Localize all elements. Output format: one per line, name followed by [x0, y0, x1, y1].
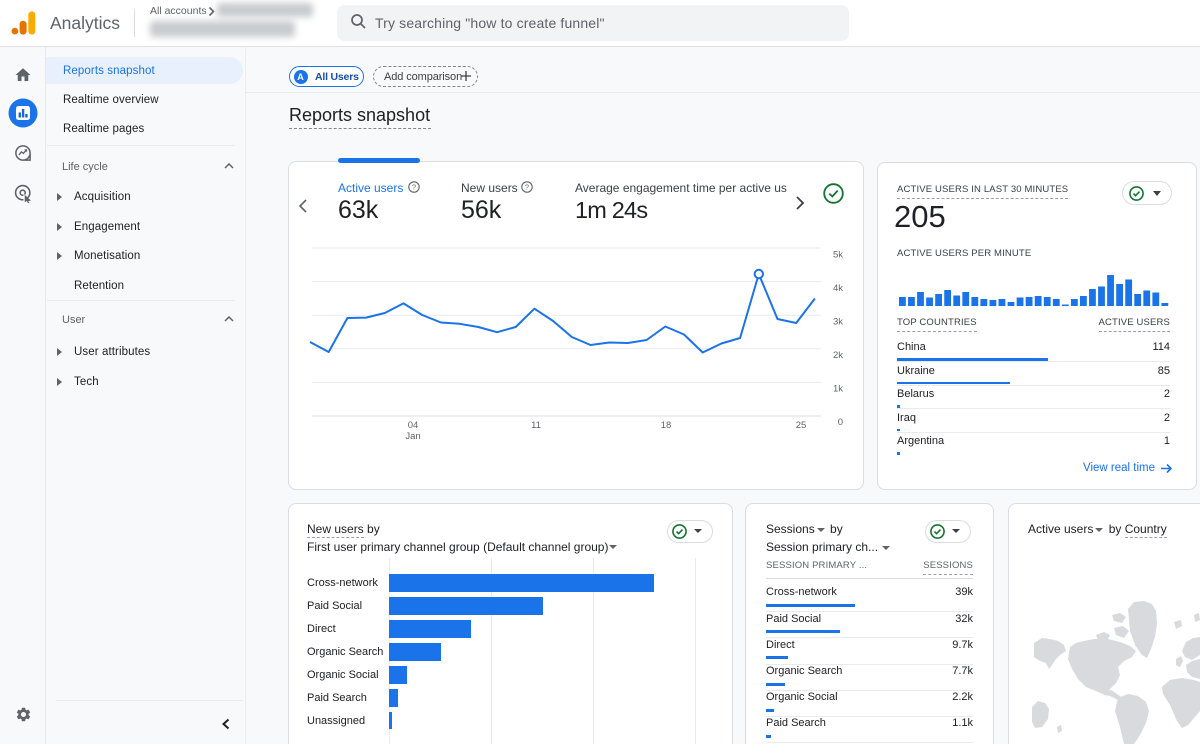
svg-text:11: 11: [531, 420, 541, 431]
svg-text:25: 25: [796, 420, 807, 431]
svg-text:3k: 3k: [833, 317, 843, 328]
svg-text:?: ?: [525, 183, 529, 192]
svg-text:04: 04: [408, 420, 419, 431]
svg-text:0: 0: [838, 417, 843, 428]
svg-text:Jan: Jan: [405, 431, 420, 442]
svg-text:1k: 1k: [833, 384, 843, 395]
svg-text:18: 18: [661, 420, 672, 431]
svg-text:5k: 5k: [833, 250, 843, 261]
svg-text:2k: 2k: [833, 350, 843, 361]
svg-text:?: ?: [412, 183, 416, 192]
svg-text:4k: 4k: [833, 283, 843, 294]
